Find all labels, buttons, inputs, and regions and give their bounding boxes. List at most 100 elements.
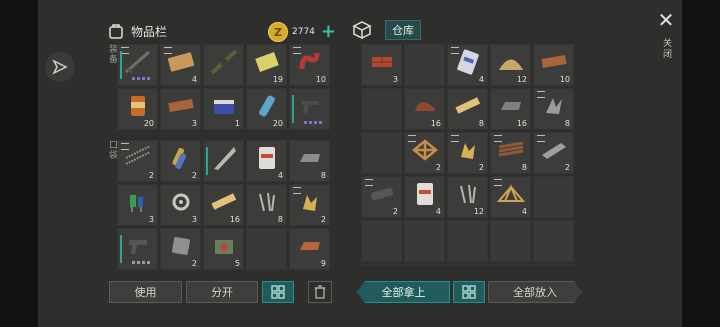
inventory-slot[interactable]: 3: [117, 184, 158, 226]
brick-icon: [368, 52, 396, 76]
inventory-slot[interactable]: 1: [203, 88, 244, 130]
empty-slot[interactable]: [246, 228, 287, 270]
inventory-slot[interactable]: 2: [117, 140, 158, 182]
inventory-slot[interactable]: [117, 44, 158, 86]
item-quantity: 2: [392, 207, 398, 216]
split-button[interactable]: 分开: [186, 281, 258, 303]
inventory-slot[interactable]: 16: [490, 88, 531, 130]
inventory-slot[interactable]: 2: [404, 132, 445, 174]
empty-slot[interactable]: [361, 220, 402, 262]
take-all-button[interactable]: 全部拿上: [357, 281, 450, 303]
inventory-slot[interactable]: 2: [160, 140, 201, 182]
close-button[interactable]: ✕: [656, 10, 676, 30]
use-button[interactable]: 使用: [109, 281, 182, 303]
right-letterbox: [682, 0, 720, 327]
item-quantity: 2: [435, 163, 441, 172]
empty-slot[interactable]: [404, 44, 445, 86]
item-quantity: 2: [148, 171, 154, 180]
inventory-slot[interactable]: 4: [490, 176, 531, 218]
inventory-slot[interactable]: 20: [246, 88, 287, 130]
inventory-slot[interactable]: [203, 140, 244, 182]
inventory-slot[interactable]: 4: [447, 44, 488, 86]
inventory-slot[interactable]: 5: [203, 228, 244, 270]
inventory-slot[interactable]: 16: [203, 184, 244, 226]
empty-slot[interactable]: [404, 220, 445, 262]
backpack-icon: [109, 24, 123, 39]
sort-warehouse-button[interactable]: [453, 281, 485, 303]
inventory-slot[interactable]: 12: [490, 44, 531, 86]
inventory-slot[interactable]: [203, 44, 244, 86]
inventory-slot[interactable]: 4: [246, 140, 287, 182]
coin-amount: 2774: [292, 27, 315, 37]
inventory-slot[interactable]: 8: [447, 88, 488, 130]
inventory-slot[interactable]: 8: [246, 184, 287, 226]
inventory-slot[interactable]: 12: [447, 176, 488, 218]
inventory-slot[interactable]: 10: [533, 44, 574, 86]
pistol-icon: [297, 95, 323, 121]
item-quantity: 16: [430, 119, 441, 128]
metal-ingot-icon: [296, 148, 324, 172]
copper-ingot-icon: [296, 236, 324, 260]
game-screen: 物品栏 Z 2774 + 仓库 装备 口袋 4 19 10 20 3 1 20 224833…: [0, 0, 720, 327]
inventory-slot[interactable]: 9: [289, 228, 330, 270]
inventory-slot[interactable]: 10: [289, 44, 330, 86]
grid-sort-icon: [462, 285, 476, 299]
cement-bag-icon: [413, 180, 437, 212]
inventory-slot[interactable]: 2: [160, 228, 201, 270]
back-navigation-button[interactable]: [45, 52, 75, 82]
inventory-slot[interactable]: 20: [117, 88, 158, 130]
inventory-slot[interactable]: 2: [447, 132, 488, 174]
item-quantity: 2: [191, 171, 197, 180]
inventory-slot[interactable]: 8: [490, 132, 531, 174]
trash-icon: [315, 285, 325, 299]
wooden-frame-icon: [411, 138, 439, 166]
empty-slot[interactable]: [447, 220, 488, 262]
item-quantity: 3: [392, 75, 398, 84]
stack-icon: [293, 187, 301, 194]
grid-sort-icon: [271, 285, 285, 299]
empty-slot[interactable]: [490, 220, 531, 262]
inventory-slot[interactable]: 4: [404, 176, 445, 218]
item-quantity: 19: [272, 75, 283, 84]
item-quantity: 8: [521, 163, 527, 172]
item-quantity: 12: [516, 75, 527, 84]
empty-slot[interactable]: [533, 176, 574, 218]
item-quantity: 2: [564, 163, 570, 172]
inventory-slot[interactable]: 8: [533, 88, 574, 130]
truss-icon: [496, 183, 526, 209]
inventory-slot[interactable]: 3: [160, 88, 201, 130]
inventory-slot[interactable]: 3: [160, 184, 201, 226]
ammo-shells-icon: [169, 145, 193, 175]
inventory-slot[interactable]: [289, 88, 330, 130]
inventory-slot[interactable]: 16: [404, 88, 445, 130]
empty-slot[interactable]: [490, 264, 531, 266]
inventory-slot[interactable]: [117, 228, 158, 270]
empty-slot[interactable]: [533, 220, 574, 262]
discard-button[interactable]: [308, 281, 332, 303]
inventory-slot[interactable]: 2: [289, 184, 330, 226]
storage-box-icon: [352, 21, 372, 40]
inventory-slot[interactable]: 2: [361, 176, 402, 218]
empty-slot[interactable]: [447, 264, 488, 266]
inventory-slot[interactable]: 3: [361, 44, 402, 86]
stack-icon: [408, 135, 416, 142]
item-quantity: 3: [148, 215, 154, 224]
empty-slot[interactable]: [533, 264, 574, 266]
inventory-slot[interactable]: 4: [160, 44, 201, 86]
inventory-slot[interactable]: 2: [533, 132, 574, 174]
planks-icon: [166, 50, 196, 78]
empty-slot[interactable]: [404, 264, 445, 266]
empty-slot[interactable]: [361, 88, 402, 130]
durability-bar: [120, 51, 122, 79]
rarity-dots: [304, 121, 324, 124]
empty-slot[interactable]: [361, 264, 402, 266]
item-quantity: 20: [143, 119, 154, 128]
sort-inventory-button[interactable]: [262, 281, 294, 303]
item-quantity: 12: [473, 207, 484, 216]
add-coins-button[interactable]: +: [321, 23, 336, 41]
pipe-icon: [367, 183, 397, 209]
empty-slot[interactable]: [361, 132, 402, 174]
inventory-slot[interactable]: 8: [289, 140, 330, 182]
put-all-button[interactable]: 全部放入: [488, 281, 582, 303]
inventory-slot[interactable]: 19: [246, 44, 287, 86]
